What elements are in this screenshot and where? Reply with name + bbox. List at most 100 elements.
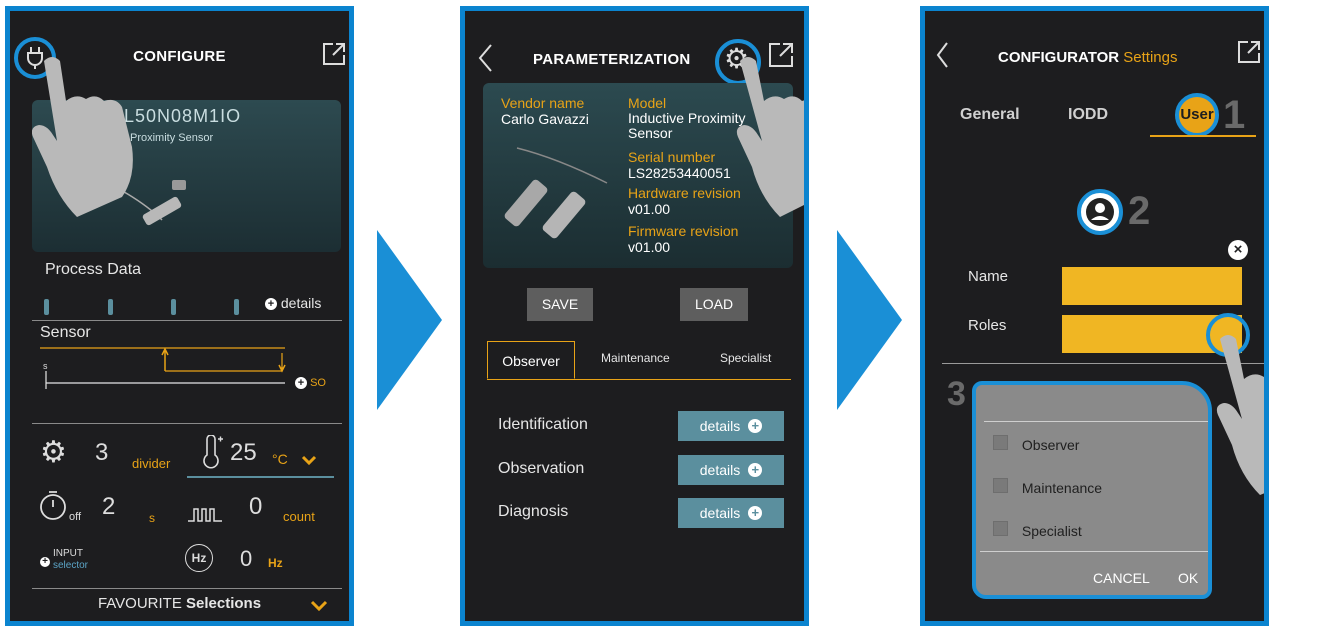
button-label: details bbox=[699, 418, 741, 434]
title-main: CONFIGURATOR bbox=[998, 49, 1120, 66]
plus-icon: + bbox=[748, 506, 763, 520]
configurator-settings-screen: CONFIGURATOR Settings General IODD User … bbox=[920, 6, 1269, 626]
load-button[interactable]: LOAD bbox=[680, 288, 748, 321]
option-label: Maintenance bbox=[1021, 480, 1103, 496]
identification-label: Identification bbox=[498, 416, 588, 433]
cancel-button[interactable]: CANCEL bbox=[1093, 570, 1150, 586]
favourite-label: FAVOURITE bbox=[97, 595, 182, 612]
so-label: SO bbox=[310, 377, 326, 389]
option-specialist[interactable]: Specialist bbox=[993, 521, 1082, 539]
tab-iodd[interactable]: IODD bbox=[1068, 106, 1108, 124]
details-link[interactable]: + details bbox=[265, 295, 321, 311]
process-data-label: Process Data bbox=[45, 261, 142, 278]
favourite-selections[interactable]: FAVOURITE Selections bbox=[10, 595, 349, 612]
temperature-value: 25 bbox=[230, 439, 257, 466]
count-value: 0 bbox=[249, 493, 263, 520]
button-label: details bbox=[699, 462, 741, 478]
thermometer-icon[interactable] bbox=[200, 435, 224, 469]
tab-specialist[interactable]: Specialist bbox=[720, 351, 771, 365]
serial-label: Serial number bbox=[628, 149, 716, 165]
checkbox[interactable] bbox=[993, 435, 1008, 450]
option-observer[interactable]: Observer bbox=[993, 435, 1079, 453]
pointing-hand-icon bbox=[736, 57, 804, 217]
temperature-unit: °C bbox=[272, 451, 288, 467]
vendor-value: Carlo Gavazzi bbox=[501, 111, 589, 127]
timer-unit: s bbox=[149, 511, 155, 525]
so-link[interactable]: + SO bbox=[295, 377, 326, 390]
page-title: CONFIGURATOR Settings bbox=[998, 49, 1177, 66]
tab-maintenance[interactable]: Maintenance bbox=[601, 351, 670, 365]
hw-label: Hardware revision bbox=[628, 185, 741, 201]
save-button[interactable]: SAVE bbox=[527, 288, 593, 321]
button-label: details bbox=[699, 505, 741, 521]
fw-value: v01.00 bbox=[628, 239, 671, 255]
sensor-switching-diagram bbox=[40, 347, 286, 389]
plus-icon: + bbox=[748, 419, 763, 433]
divider bbox=[32, 588, 342, 589]
title-sub: Settings bbox=[1123, 49, 1178, 66]
timer-icon[interactable] bbox=[38, 489, 68, 521]
divider bbox=[32, 320, 342, 321]
model-label: Model bbox=[628, 95, 667, 111]
page-title: PARAMETERIZATION bbox=[533, 51, 691, 68]
identification-details-button[interactable]: details + bbox=[678, 411, 784, 441]
parameterization-screen: PARAMETERIZATION ⚙ Vendor name Carlo Gav… bbox=[460, 6, 809, 626]
hz-value: 0 bbox=[240, 546, 253, 571]
step-3-marker: 3 bbox=[947, 375, 966, 413]
plus-icon: + bbox=[265, 298, 277, 311]
pointing-hand-icon bbox=[1216, 335, 1264, 495]
plus-icon: + bbox=[295, 377, 307, 390]
selector-label: selector bbox=[53, 560, 89, 571]
divider bbox=[32, 423, 342, 424]
diagnosis-label: Diagnosis bbox=[498, 503, 569, 520]
name-field[interactable] bbox=[1062, 267, 1242, 305]
export-icon[interactable] bbox=[1236, 39, 1262, 65]
sensor-image bbox=[504, 147, 608, 239]
flow-arrow bbox=[837, 230, 902, 410]
dialog-divider bbox=[984, 421, 1208, 422]
timer-value: 2 bbox=[102, 493, 116, 520]
gear-icon[interactable]: ⚙ bbox=[40, 435, 67, 470]
close-icon[interactable]: × bbox=[1228, 240, 1248, 260]
chevron-down-icon[interactable] bbox=[301, 454, 317, 466]
export-icon[interactable] bbox=[321, 41, 347, 67]
tab-underline bbox=[1150, 135, 1256, 137]
observation-label: Observation bbox=[498, 460, 585, 477]
fw-label: Firmware revision bbox=[628, 223, 739, 239]
hz-icon[interactable]: Hz bbox=[185, 544, 213, 572]
option-label: Observer bbox=[1021, 437, 1080, 453]
option-label: Specialist bbox=[1021, 523, 1082, 539]
back-icon[interactable] bbox=[935, 41, 949, 69]
diagnosis-details-button[interactable]: details + bbox=[678, 498, 784, 528]
observation-details-button[interactable]: details + bbox=[678, 455, 784, 485]
process-bars bbox=[44, 299, 244, 315]
dialog-divider bbox=[980, 551, 1208, 552]
plus-icon: + bbox=[748, 463, 763, 477]
count-label: count bbox=[283, 509, 315, 524]
details-label: details bbox=[280, 295, 322, 311]
checkbox[interactable] bbox=[993, 478, 1008, 493]
configure-screen: CONFIGURE I2L50N08M1IO Proximity Sensor … bbox=[5, 6, 354, 626]
divider-label: divider bbox=[132, 456, 171, 471]
roles-label: Roles bbox=[968, 317, 1007, 334]
tab-observer[interactable]: Observer bbox=[487, 341, 575, 379]
hw-value: v01.00 bbox=[628, 201, 671, 217]
temperature-underline bbox=[187, 476, 334, 478]
checkbox[interactable] bbox=[993, 521, 1008, 536]
roles-dialog: Observer Maintenance Specialist CANCEL O… bbox=[972, 381, 1212, 599]
pointing-hand-icon bbox=[32, 57, 133, 217]
tab-general[interactable]: General bbox=[960, 106, 1020, 124]
step-2-marker: 2 bbox=[1128, 189, 1151, 233]
tab-user[interactable]: User bbox=[1175, 93, 1219, 137]
vendor-label: Vendor name bbox=[501, 95, 585, 111]
ok-button[interactable]: OK bbox=[1178, 570, 1198, 586]
option-maintenance[interactable]: Maintenance bbox=[993, 478, 1102, 496]
serial-value: LS28253440051 bbox=[628, 165, 731, 181]
chevron-down-icon[interactable] bbox=[310, 600, 328, 612]
s-label: s bbox=[43, 361, 48, 371]
back-icon[interactable] bbox=[477, 43, 493, 73]
pulse-icon[interactable] bbox=[188, 505, 222, 523]
divider-value: 3 bbox=[95, 439, 109, 466]
user-avatar-icon[interactable] bbox=[1077, 189, 1123, 235]
hz-unit: Hz bbox=[268, 556, 283, 570]
